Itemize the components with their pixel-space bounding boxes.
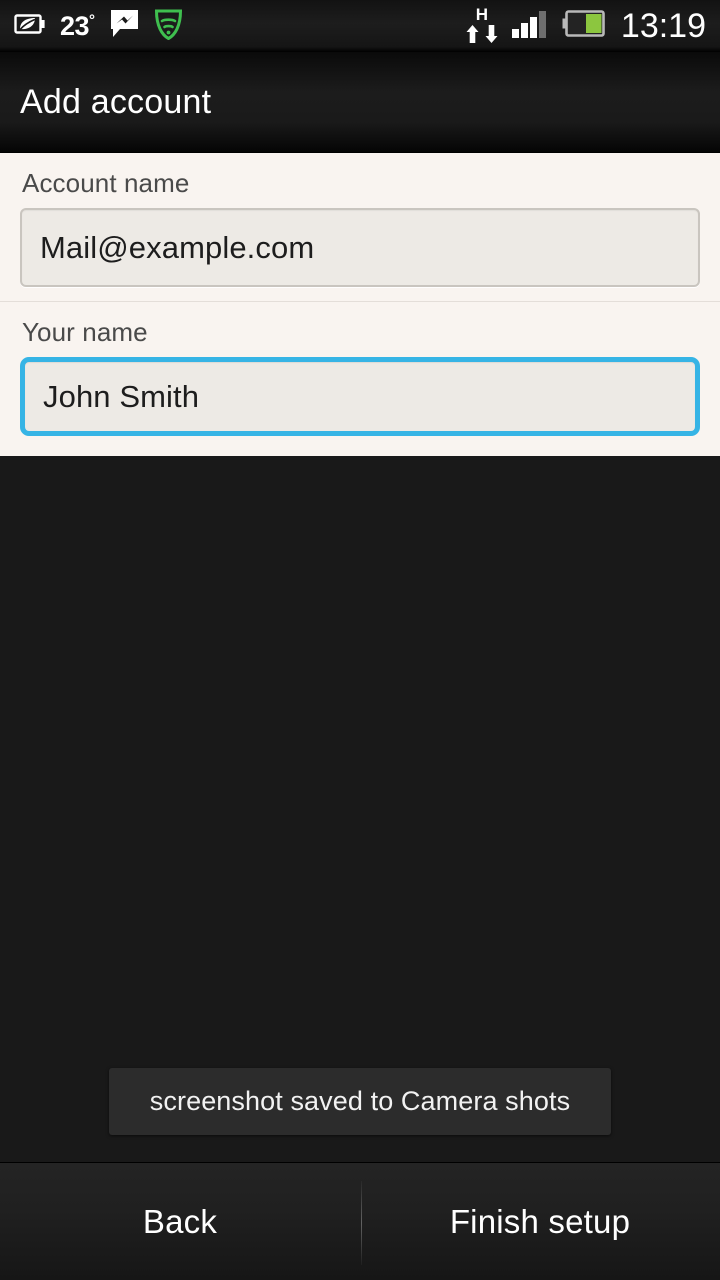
bottom-button-bar: Back Finish setup [0, 1162, 720, 1280]
battery-icon [562, 10, 607, 42]
bottom-bar-divider [361, 1181, 362, 1265]
your-name-label: Your name [22, 317, 148, 347]
field-spacer [20, 436, 700, 450]
status-bar: 23° H 13:19 [0, 0, 720, 52]
signal-bars-icon [511, 10, 550, 43]
field-group-account-name: Account name Mail@example.com [0, 153, 720, 301]
status-bar-right-icons: H 13:19 [464, 0, 720, 52]
account-name-label: Account name [22, 168, 190, 198]
data-transfer-arrows-icon: H [464, 6, 500, 45]
back-button[interactable]: Back [0, 1163, 360, 1280]
status-bar-left-icons: 23° [0, 0, 183, 52]
field-spacer [20, 287, 700, 301]
eco-battery-icon [14, 11, 46, 42]
finish-setup-button[interactable]: Finish setup [360, 1163, 720, 1280]
messenger-icon [109, 8, 140, 44]
field-group-your-name: Your name John Smith [0, 301, 720, 450]
content-area [0, 456, 720, 1162]
account-name-input[interactable]: Mail@example.com [20, 208, 700, 287]
toast-message: screenshot saved to Camera shots [149, 1086, 571, 1116]
your-name-input[interactable]: John Smith [20, 357, 700, 436]
security-shield-icon [154, 8, 183, 45]
page-title: Add account [20, 82, 212, 121]
phone-screen: 23° H 13:19 Add account Account name Mai… [0, 0, 720, 1280]
action-bar: Add account [0, 52, 720, 153]
status-bar-clock: 13:19 [620, 7, 706, 45]
temperature-indicator: 23° [60, 10, 95, 41]
account-form: Account name Mail@example.com Your name … [0, 153, 720, 456]
toast-notification: screenshot saved to Camera shots [109, 1068, 611, 1135]
